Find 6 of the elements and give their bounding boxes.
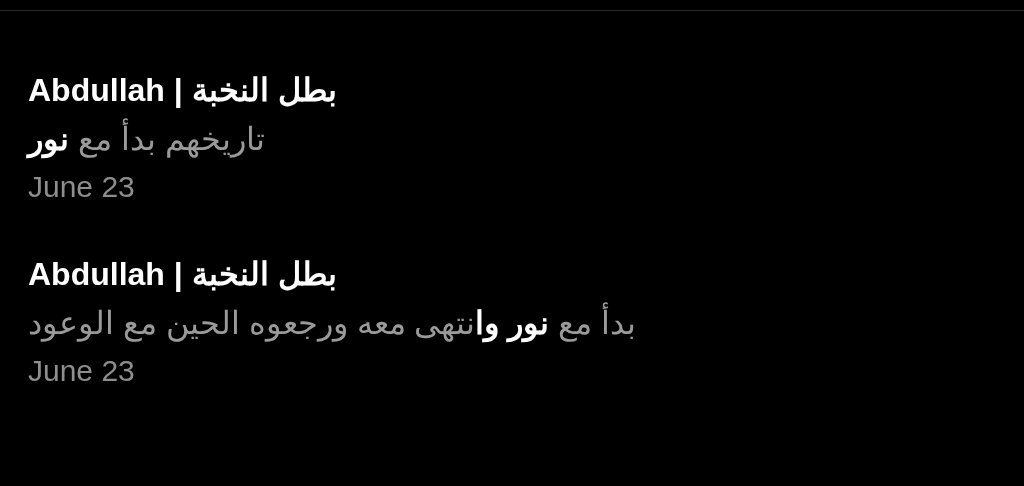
sender-name: Abdullah | بطل النخبة bbox=[28, 71, 337, 110]
sender-name: Abdullah | بطل النخبة bbox=[28, 255, 337, 294]
message-date: June 23 bbox=[28, 353, 135, 389]
message-text: تاريخهم بدأ مع نور bbox=[28, 113, 265, 165]
message-date: June 23 bbox=[28, 169, 135, 205]
message-text: بدأ مع نور وانتهى معه ورجعوه الحين مع الوعود bbox=[28, 297, 637, 349]
